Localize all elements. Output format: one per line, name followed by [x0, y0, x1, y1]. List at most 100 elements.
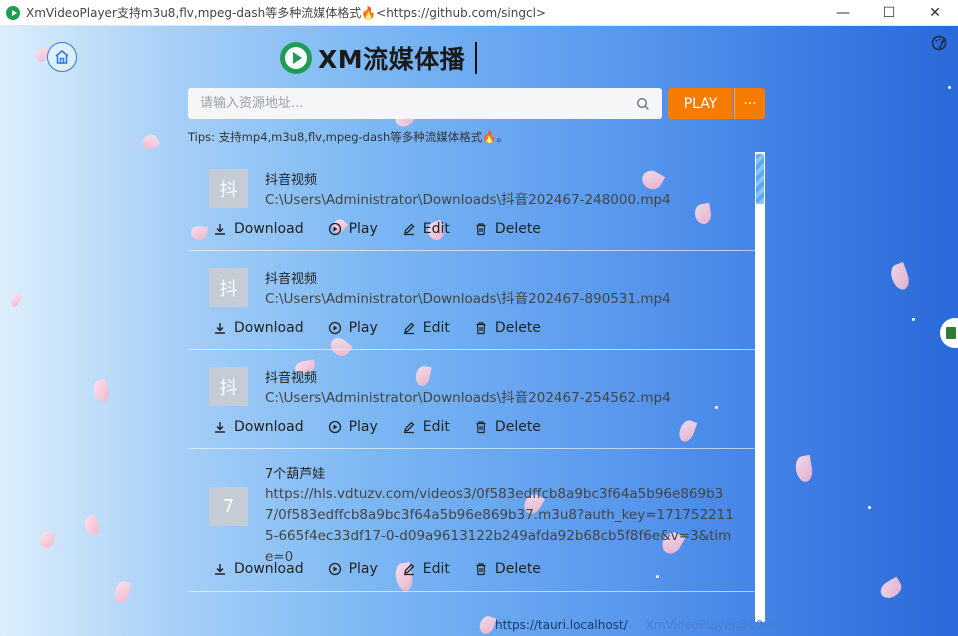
maximize-button[interactable]: ☐	[866, 0, 912, 25]
download-icon	[215, 422, 225, 433]
item-actions: Download Play Edit Delete	[213, 561, 565, 577]
item-title: 7个葫芦娃	[265, 467, 326, 482]
edit-icon	[403, 322, 415, 335]
item-actions: Download Play Edit Delete	[213, 320, 565, 336]
download-icon	[215, 564, 225, 575]
minimize-button[interactable]: —	[820, 0, 866, 25]
play-action-button[interactable]: Play	[328, 561, 378, 577]
sakura-petal-decoration	[888, 262, 912, 292]
item-actions: Download Play Edit Delete	[213, 419, 565, 435]
item-title: 抖音视频	[265, 272, 318, 287]
palette-icon[interactable]	[930, 34, 948, 52]
item-path: C:\Users\Administrator\Downloads\抖音20246…	[265, 291, 671, 307]
play-circle-icon	[328, 420, 341, 434]
side-extension-tab[interactable]	[940, 318, 958, 348]
item-title: 抖音视频	[265, 173, 318, 188]
play-action-button[interactable]: Play	[328, 221, 378, 237]
download-button[interactable]: Download	[213, 419, 304, 435]
edit-label: Edit	[422, 419, 450, 435]
download-button[interactable]: Download	[213, 221, 304, 237]
play-button[interactable]: PLAY	[668, 88, 733, 119]
search-box	[188, 88, 662, 119]
brand-title: XM流媒体播	[318, 45, 466, 74]
delete-label: Delete	[494, 221, 541, 237]
sakura-petal-decoration	[9, 292, 23, 308]
delete-button[interactable]: Delete	[474, 561, 541, 577]
app-logo-icon	[6, 5, 20, 20]
main-view: XM流媒体播 PLAY ··· Tips: 支持mp4,m3u8,flv,mpe…	[0, 26, 958, 636]
download-button[interactable]: Download	[213, 320, 304, 336]
more-options-button[interactable]: ···	[734, 88, 765, 119]
list-item: 抖 抖音视频 C:\Users\Administrator\Downloads\…	[188, 251, 755, 350]
play-action-button[interactable]: Play	[328, 419, 378, 435]
status-version: XmVideoPlayer@v0.6.2	[645, 618, 787, 632]
sparkle-decoration	[948, 86, 951, 89]
edit-button[interactable]: Edit	[402, 221, 450, 237]
window-title: XmVideoPlayer支持m3u8,flv,mpeg-dash等多种流媒体格…	[26, 6, 546, 20]
sakura-petal-decoration	[793, 454, 815, 484]
delete-button[interactable]: Delete	[474, 320, 541, 336]
item-path: C:\Users\Administrator\Downloads\抖音20246…	[265, 192, 671, 208]
sakura-petal-decoration	[91, 378, 111, 404]
window-titlebar: XmVideoPlayer支持m3u8,flv,mpeg-dash等多种流媒体格…	[0, 0, 958, 26]
download-button[interactable]: Download	[213, 561, 304, 577]
download-label: Download	[234, 419, 304, 435]
status-url: https://tauri.localhost/	[495, 618, 628, 632]
trash-icon	[476, 563, 486, 576]
delete-button[interactable]: Delete	[474, 221, 541, 237]
sakura-petal-decoration	[82, 514, 102, 538]
list-scrollbar[interactable]	[755, 152, 765, 622]
sakura-petal-decoration	[112, 579, 132, 605]
delete-label: Delete	[494, 561, 541, 577]
edit-label: Edit	[422, 221, 450, 237]
edit-icon	[403, 223, 415, 236]
edit-button[interactable]: Edit	[402, 561, 450, 577]
scrollbar-thumb[interactable]	[756, 154, 764, 204]
brand-header: XM流媒体播	[280, 41, 478, 75]
edit-button[interactable]: Edit	[402, 419, 450, 435]
search-icon[interactable]	[636, 97, 650, 111]
download-label: Download	[234, 561, 304, 577]
video-list: 抖 抖音视频 C:\Users\Administrator\Downloads\…	[188, 152, 755, 622]
download-icon	[215, 323, 225, 334]
item-thumbnail: 7	[209, 487, 248, 526]
list-item: 抖 抖音视频 C:\Users\Administrator\Downloads\…	[188, 152, 755, 251]
sparkle-decoration	[868, 506, 871, 509]
trash-icon	[476, 223, 486, 236]
play-circle-icon	[328, 321, 341, 335]
item-thumbnail: 抖	[209, 169, 248, 208]
sparkle-decoration	[912, 318, 915, 321]
download-label: Download	[234, 320, 304, 336]
play-circle-icon	[328, 222, 341, 236]
item-path: https://hls.vdtuzv.com/videos3/0f583edff…	[265, 486, 734, 565]
item-actions: Download Play Edit Delete	[213, 221, 565, 237]
delete-label: Delete	[494, 419, 541, 435]
edit-icon	[403, 421, 415, 434]
edit-label: Edit	[422, 320, 450, 336]
edit-label: Edit	[422, 561, 450, 577]
list-item: 7 7个葫芦娃 https://hls.vdtuzv.com/videos3/0…	[188, 449, 755, 592]
edit-button[interactable]: Edit	[402, 320, 450, 336]
home-icon	[55, 49, 69, 64]
sakura-petal-decoration	[139, 131, 161, 153]
play-label: Play	[348, 419, 378, 435]
status-bar: https://tauri.localhost/XmVideoPlayer@v0…	[495, 618, 786, 632]
play-action-button[interactable]: Play	[328, 320, 378, 336]
item-thumbnail: 抖	[209, 367, 248, 406]
edit-icon	[403, 563, 415, 576]
excel-icon	[946, 327, 956, 339]
item-thumbnail: 抖	[209, 268, 248, 307]
home-button[interactable]	[47, 42, 77, 72]
trash-icon	[476, 322, 486, 335]
search-input[interactable]	[188, 89, 636, 118]
delete-button[interactable]: Delete	[474, 419, 541, 435]
brand-logo-icon	[280, 42, 312, 74]
item-path: C:\Users\Administrator\Downloads\抖音20246…	[265, 390, 671, 406]
download-icon	[215, 224, 225, 235]
window-controls: — ☐ ✕	[820, 0, 958, 25]
play-label: Play	[348, 221, 378, 237]
tips-text: Tips: 支持mp4,m3u8,flv,mpeg-dash等多种流媒体格式🔥。	[188, 130, 509, 144]
play-label: Play	[348, 320, 378, 336]
typing-cursor	[475, 42, 478, 74]
close-button[interactable]: ✕	[912, 0, 958, 25]
